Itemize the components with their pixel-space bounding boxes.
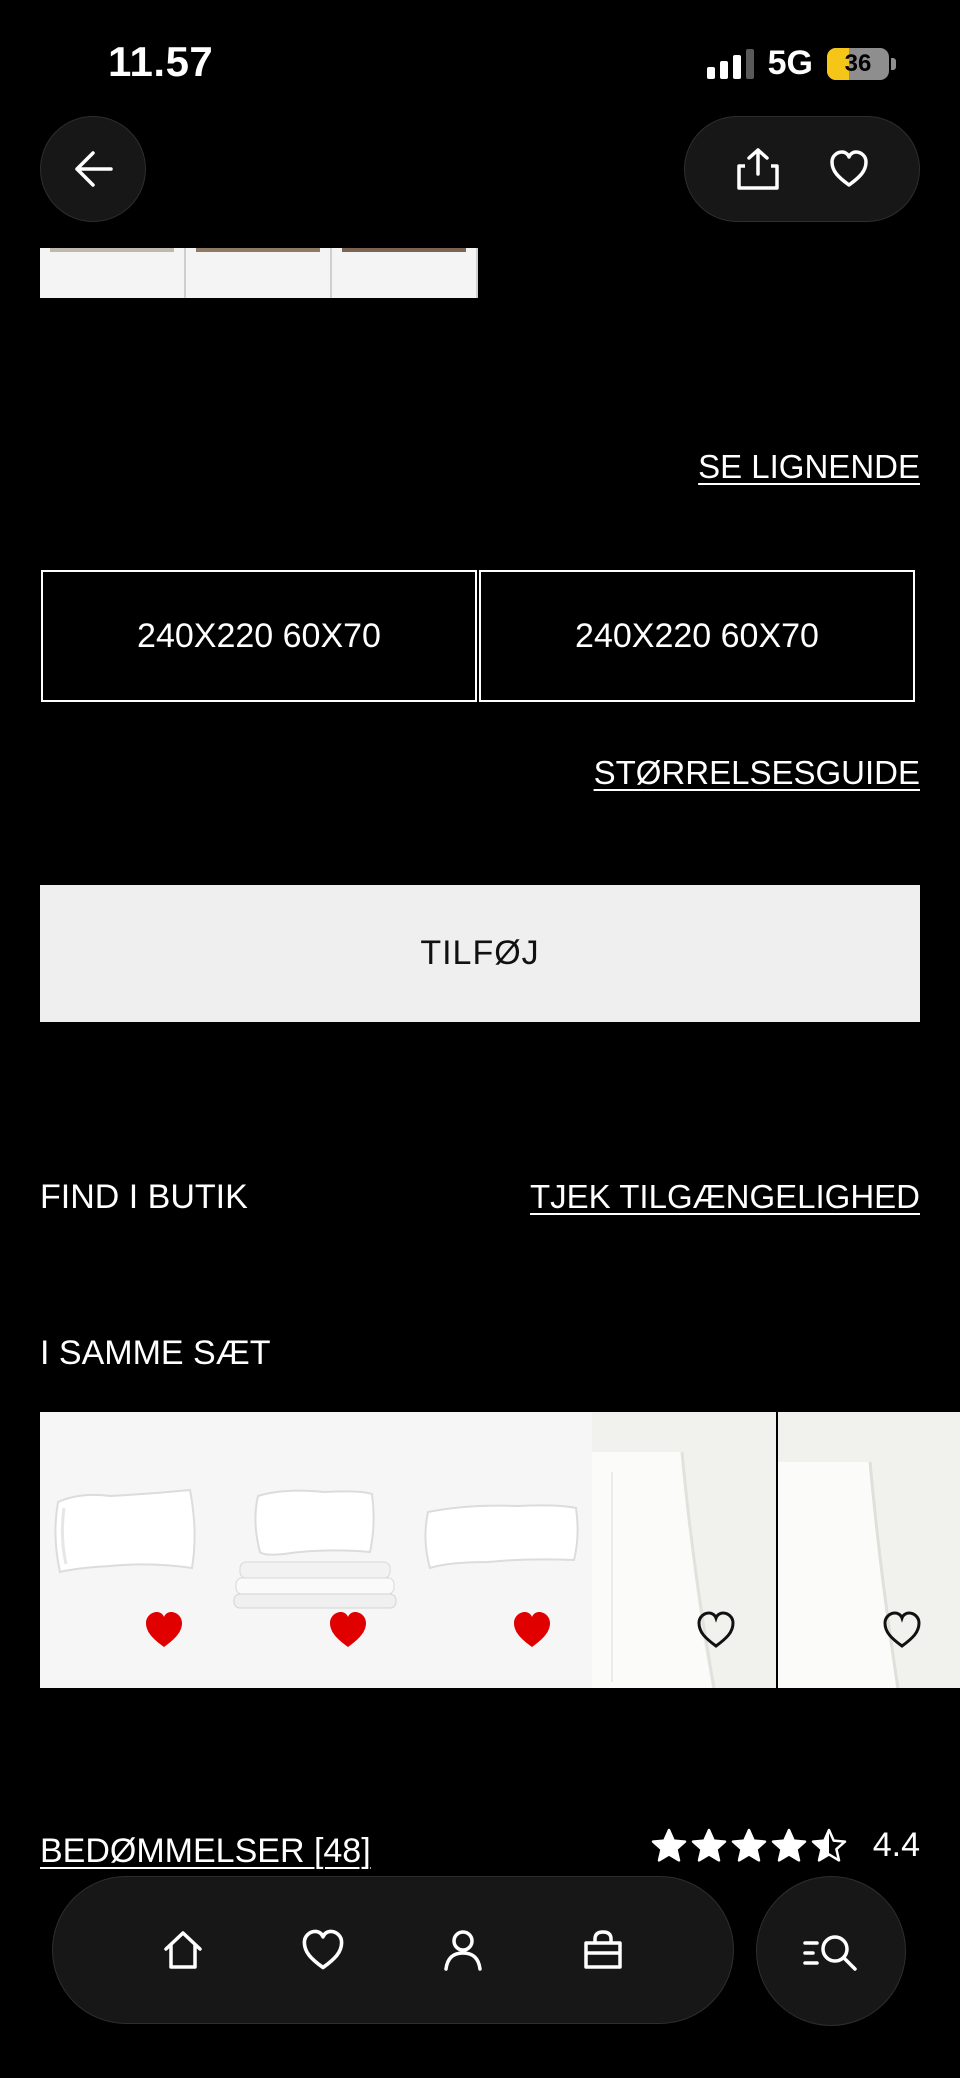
- search-menu-icon: [803, 1935, 857, 1971]
- thumbnail[interactable]: [186, 248, 332, 298]
- signal-icon: [706, 48, 754, 79]
- share-icon[interactable]: [735, 146, 781, 192]
- heart-filled-icon[interactable]: [326, 1610, 370, 1650]
- status-indicators: 5G 36: [706, 44, 896, 83]
- heart-icon[interactable]: [300, 1928, 346, 1972]
- check-availability-link[interactable]: TJEK TILGÆNGELIGHED: [530, 1178, 920, 1216]
- heart-outline-icon[interactable]: [694, 1610, 738, 1650]
- thumbnail[interactable]: [332, 248, 478, 298]
- bag-icon[interactable]: [580, 1927, 626, 1973]
- add-to-bag-button[interactable]: TILFØJ: [40, 885, 920, 1022]
- header-actions: [684, 116, 920, 222]
- battery-percent: 36: [844, 49, 872, 77]
- valance-sheet-image: [778, 1412, 960, 1688]
- account-icon[interactable]: [440, 1927, 486, 1973]
- duvet-and-pillow-image: [233, 1489, 397, 1609]
- gallery-thumbnails: [40, 248, 478, 298]
- size-guide-link[interactable]: STØRRELSESGUIDE: [594, 754, 920, 792]
- product-card[interactable]: [40, 1412, 224, 1688]
- reviews-link[interactable]: BEDØMMELSER [48]: [40, 1832, 371, 1871]
- product-card[interactable]: [592, 1412, 776, 1688]
- star-filled-icon: [651, 1828, 686, 1862]
- product-card[interactable]: [224, 1412, 408, 1688]
- pillow-image: [424, 1504, 579, 1570]
- star-filled-icon: [731, 1828, 766, 1862]
- see-similar-link[interactable]: SE LIGNENDE: [698, 448, 920, 486]
- product-card[interactable]: [778, 1412, 960, 1688]
- same-set-carousel[interactable]: [40, 1412, 960, 1688]
- arrow-left-icon: [75, 151, 113, 187]
- heart-outline-icon[interactable]: [880, 1610, 924, 1650]
- star-half-icon: [811, 1828, 846, 1862]
- heart-filled-icon[interactable]: [510, 1610, 554, 1650]
- battery-tip: [891, 57, 896, 70]
- heart-filled-icon[interactable]: [142, 1610, 186, 1650]
- heart-outline-icon[interactable]: [828, 149, 870, 189]
- rating: 4.4: [651, 1826, 920, 1865]
- size-option[interactable]: 240X220 60X70: [479, 570, 915, 702]
- rating-stars: [651, 1828, 847, 1864]
- star-filled-icon: [771, 1828, 806, 1862]
- product-card[interactable]: [408, 1412, 592, 1688]
- home-icon[interactable]: [160, 1927, 206, 1973]
- star-filled-icon: [691, 1828, 726, 1862]
- battery-icon: 36: [827, 47, 889, 80]
- same-set-title: I SAMME SÆT: [40, 1334, 271, 1372]
- rating-value: 4.4: [872, 1826, 920, 1864]
- valance-sheet-image: [592, 1412, 776, 1688]
- status-time: 11.57: [108, 38, 214, 85]
- bottom-nav: [52, 1876, 734, 2024]
- thumbnail[interactable]: [40, 248, 186, 298]
- network-label: 5G: [767, 44, 813, 82]
- pillow-image: [54, 1488, 196, 1574]
- search-button[interactable]: [756, 1876, 906, 2026]
- back-button[interactable]: [40, 116, 146, 222]
- size-option[interactable]: 240X220 60X70: [41, 570, 477, 702]
- find-in-store-label: FIND I BUTIK: [40, 1178, 248, 1216]
